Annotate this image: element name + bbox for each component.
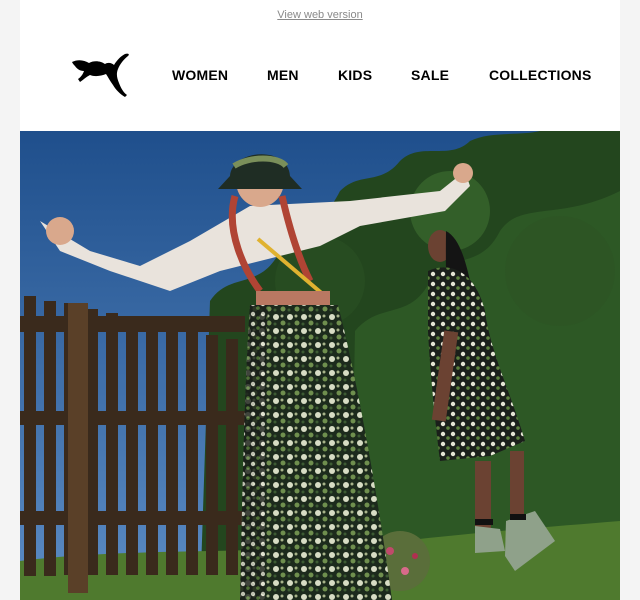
nav-kids[interactable]: KIDS — [338, 67, 372, 83]
view-web-version-link[interactable]: View web version — [277, 9, 362, 21]
puma-logo-icon[interactable] — [70, 50, 132, 100]
nav-women[interactable]: WOMEN — [172, 67, 228, 83]
top-bar: View web version — [20, 0, 620, 32]
header: WOMEN MEN KIDS SALE COLLECTIONS — [20, 32, 620, 131]
nav-sale[interactable]: SALE — [411, 67, 449, 83]
nav-men[interactable]: MEN — [267, 67, 299, 83]
hero-image[interactable] — [20, 131, 620, 600]
nav-collections[interactable]: COLLECTIONS — [489, 67, 592, 83]
email-container: View web version WOMEN MEN KIDS SALE COL… — [20, 0, 620, 600]
wooden-fence — [20, 296, 245, 593]
